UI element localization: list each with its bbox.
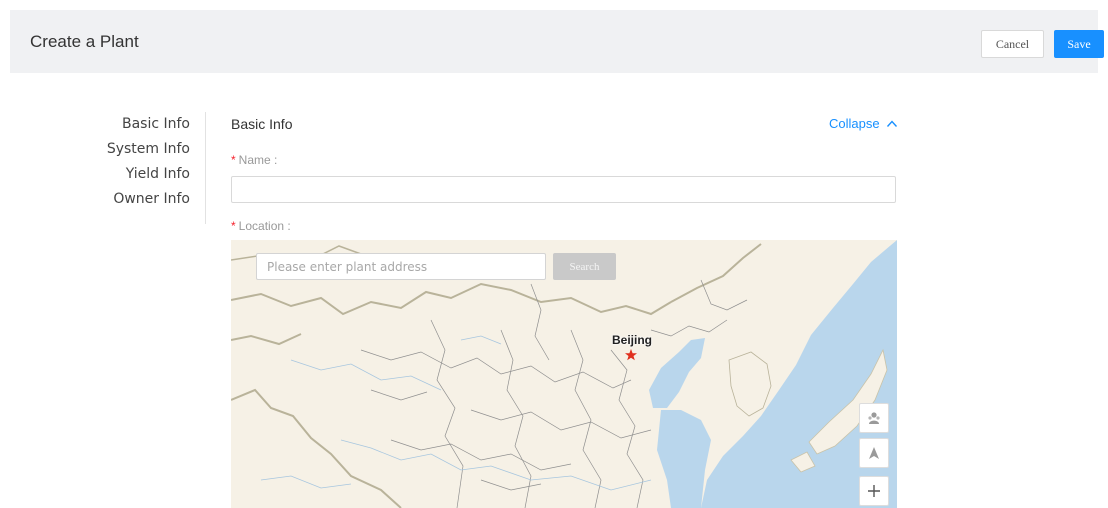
nav-item-yield-info[interactable]: Yield Info — [90, 162, 205, 187]
city-label-beijing: Beijing — [612, 333, 653, 347]
locate-button[interactable] — [859, 438, 889, 468]
nav-item-owner-info[interactable]: Owner Info — [90, 187, 205, 212]
street-view-icon — [868, 412, 880, 424]
locate-arrow-icon — [869, 447, 879, 459]
capital-star-icon — [625, 349, 637, 361]
section-title: Basic Info — [231, 116, 293, 132]
name-input[interactable] — [231, 176, 896, 203]
cancel-button[interactable]: Cancel — [981, 30, 1044, 58]
save-button[interactable]: Save — [1054, 30, 1104, 58]
map-search-input[interactable] — [256, 253, 546, 280]
map-canvas[interactable] — [231, 240, 897, 508]
page-title: Create a Plant — [30, 32, 139, 51]
street-view-button[interactable] — [859, 403, 889, 433]
page-header: Create a Plant Cancel Save — [10, 10, 1104, 73]
collapse-label: Collapse — [829, 116, 880, 131]
required-marker: * — [231, 153, 236, 167]
zoom-in-button[interactable] — [859, 476, 889, 506]
zoom-in-icon — [868, 485, 880, 497]
nav-item-system-info[interactable]: System Info — [90, 137, 205, 162]
location-label-text: Location : — [238, 219, 291, 233]
section-nav: Basic Info System Info Yield Info Owner … — [90, 112, 206, 224]
required-marker: * — [231, 219, 236, 233]
location-map[interactable]: Search Beijing — [231, 240, 897, 508]
name-label-text: Name : — [238, 153, 278, 167]
collapse-toggle[interactable]: Collapse — [829, 116, 898, 131]
map-search-button[interactable]: Search — [553, 253, 616, 280]
name-label: * Name : — [231, 153, 277, 167]
location-label: * Location : — [231, 219, 291, 233]
chevron-up-icon — [886, 119, 897, 127]
nav-item-basic-info[interactable]: Basic Info — [90, 112, 205, 137]
